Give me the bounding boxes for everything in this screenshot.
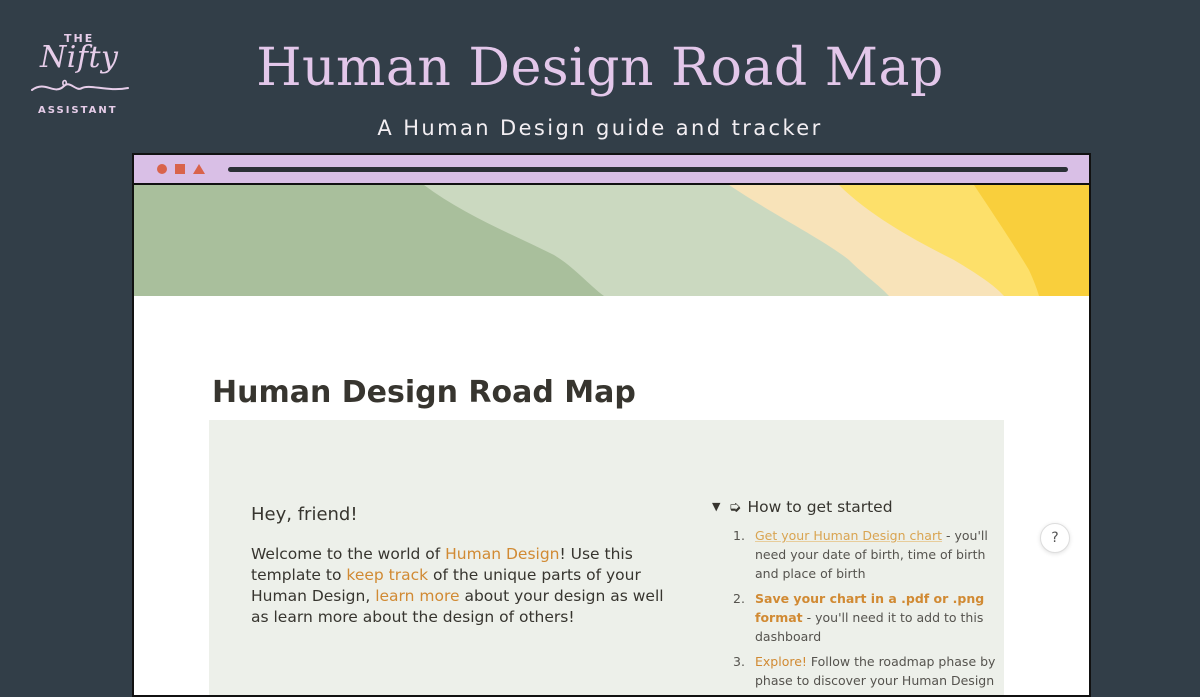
triangle-icon[interactable] bbox=[193, 164, 205, 174]
list-item: 3. Explore! Follow the roadmap phase by … bbox=[733, 652, 1005, 690]
toggle-label: How to get started bbox=[747, 498, 893, 516]
step-number: 1. bbox=[733, 528, 745, 543]
address-bar[interactable] bbox=[228, 167, 1068, 172]
arrow-right-icon: ➭ bbox=[728, 498, 742, 516]
learn-more-link[interactable]: learn more bbox=[375, 587, 459, 605]
logo-assistant-text: ASSISTANT bbox=[38, 105, 118, 116]
keep-track-link[interactable]: keep track bbox=[346, 566, 428, 584]
hero-subtitle: A Human Design guide and tracker bbox=[377, 116, 823, 140]
toggle-triangle-icon[interactable]: ▼ bbox=[712, 500, 720, 513]
page-title: Human Design Road Map bbox=[212, 375, 636, 410]
how-to-get-started-toggle[interactable]: ▼ ➭ How to get started bbox=[712, 498, 893, 516]
welcome-paragraph: Welcome to the world of Human Design! Us… bbox=[251, 544, 681, 628]
human-design-link[interactable]: Human Design bbox=[445, 545, 559, 563]
greeting-text: Hey, friend! bbox=[251, 504, 358, 525]
steps-list: 1. Get your Human Design chart - you'll … bbox=[733, 526, 1005, 695]
get-chart-link[interactable]: Get your Human Design chart bbox=[755, 528, 942, 543]
step-number: 2. bbox=[733, 591, 745, 606]
browser-toolbar bbox=[134, 155, 1089, 185]
list-item: 1. Get your Human Design chart - you'll … bbox=[733, 526, 1005, 583]
hero-title: Human Design Road Map bbox=[256, 38, 944, 98]
list-item: 2. Save your chart in a .pdf or .png for… bbox=[733, 589, 1005, 646]
welcome-callout: Hey, friend! Welcome to the world of Hum… bbox=[209, 420, 1005, 695]
help-button[interactable]: ? bbox=[1040, 523, 1070, 553]
cover-image bbox=[134, 185, 1089, 296]
circle-icon[interactable] bbox=[157, 164, 167, 174]
square-icon[interactable] bbox=[175, 164, 185, 174]
welcome-text: Welcome to the world of bbox=[251, 545, 446, 563]
explore-text: Explore! bbox=[755, 654, 807, 669]
step-number: 3. bbox=[733, 654, 745, 669]
browser-window: Human Design Road Map Hey, friend! Welco… bbox=[132, 153, 1091, 697]
